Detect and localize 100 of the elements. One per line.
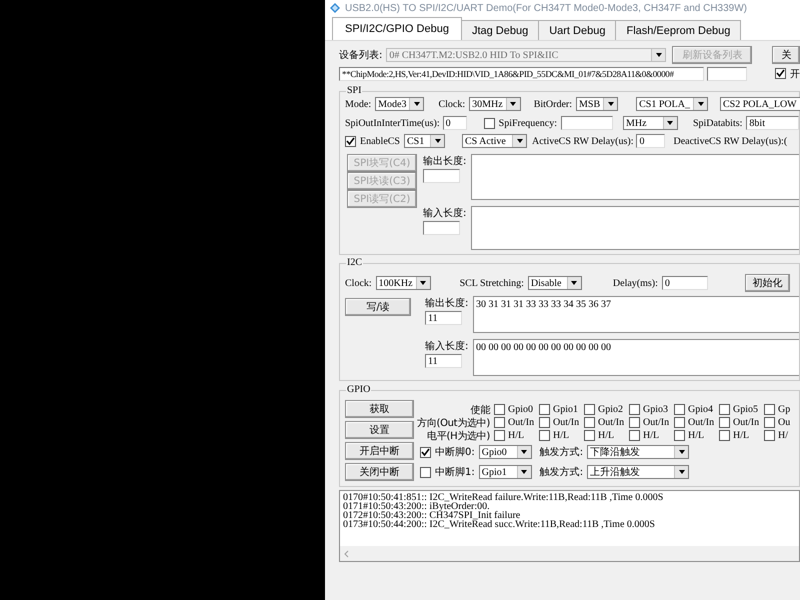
checkbox-label: H/L bbox=[553, 430, 570, 441]
checkbox[interactable] bbox=[674, 404, 685, 415]
dropdown[interactable]: CS Active bbox=[462, 134, 527, 148]
checkbox[interactable] bbox=[539, 430, 550, 441]
dropdown[interactable]: 上升沿触发 bbox=[587, 465, 690, 479]
checkbox[interactable] bbox=[629, 417, 640, 428]
window-title: USB2.0(HS) TO SPI/I2C/UART Demo(For CH347T Mode0-Mode3, CH347F and CH339W) bbox=[345, 2, 748, 14]
dropdown[interactable]: Gpio1 bbox=[478, 465, 532, 479]
dropdown[interactable]: 30MHz bbox=[469, 97, 521, 111]
checkbox[interactable] bbox=[494, 404, 505, 415]
checkbox-label: Out/In bbox=[643, 417, 670, 428]
field-label: 输入长度: bbox=[423, 206, 468, 220]
dropdown[interactable]: Gpio0 bbox=[478, 445, 532, 459]
tab[interactable]: Jtag Debug bbox=[460, 20, 540, 40]
input-field[interactable]: 11 bbox=[425, 354, 462, 368]
field-label: 触发方式: bbox=[540, 446, 584, 459]
button[interactable]: 获取 bbox=[345, 400, 414, 418]
checkbox-label: H/L bbox=[508, 430, 524, 441]
checkbox-label: Ou bbox=[778, 417, 790, 428]
checkbox[interactable] bbox=[584, 404, 595, 415]
field-label: SpiDatabits: bbox=[692, 118, 742, 128]
checkbox[interactable] bbox=[539, 404, 550, 415]
checkbox[interactable] bbox=[719, 430, 730, 441]
input-field[interactable] bbox=[707, 66, 747, 80]
field-label: DeactiveCS RW Delay(us):( bbox=[673, 136, 788, 146]
checkbox-label: Out/In bbox=[598, 417, 624, 428]
button[interactable]: 关闭中断 bbox=[345, 463, 414, 481]
checkbox[interactable] bbox=[674, 417, 685, 428]
checkbox[interactable] bbox=[494, 430, 505, 441]
log-line: 0172#10:50:43:200:: CH347SPI_Init failure bbox=[343, 511, 520, 520]
input-field[interactable] bbox=[423, 169, 460, 183]
button[interactable]: 关 bbox=[772, 46, 800, 64]
dropdown[interactable]: CS1 bbox=[404, 134, 445, 148]
input-field[interactable]: 0 bbox=[662, 276, 708, 290]
tab[interactable]: Uart Debug bbox=[538, 20, 616, 40]
field-label: SCL Stretching: bbox=[460, 278, 524, 288]
checkbox[interactable] bbox=[539, 417, 550, 428]
checkbox-label: 中断脚1: bbox=[435, 466, 475, 479]
checkbox[interactable] bbox=[345, 136, 356, 146]
checkbox-label: 开 bbox=[790, 68, 800, 80]
button[interactable]: 写/读 bbox=[345, 298, 411, 316]
dropdown[interactable]: CS1 POLA_ bbox=[636, 97, 708, 111]
input-field[interactable]: 0 bbox=[442, 116, 467, 130]
checkbox[interactable] bbox=[719, 417, 730, 428]
button[interactable]: 初始化 bbox=[744, 274, 790, 292]
log-line: 0173#10:50:44:200:: I2C_WriteRead succ.Write:11B,Read:11B ,Time 0.000S bbox=[343, 520, 656, 529]
checkbox-label: H/L bbox=[688, 430, 704, 441]
field-label: 输出长度: bbox=[425, 296, 470, 310]
data-field[interactable] bbox=[471, 206, 799, 250]
checkbox-label: H/ bbox=[778, 430, 788, 441]
input-field[interactable]: 11 bbox=[425, 311, 462, 325]
checkbox[interactable] bbox=[775, 68, 786, 79]
checkbox-label: Gpio4 bbox=[688, 404, 713, 415]
field-label: Mode: bbox=[345, 98, 372, 110]
input-field[interactable] bbox=[423, 221, 460, 235]
checkbox-label: EnableCS bbox=[360, 136, 400, 146]
field-label: Clock: bbox=[438, 98, 466, 110]
checkbox-label: 中断脚0: bbox=[435, 446, 475, 459]
dropdown[interactable]: 下降沿触发 bbox=[587, 445, 690, 459]
checkbox-label: Gp bbox=[778, 404, 790, 415]
dropdown[interactable]: CS2 POLA_LOW bbox=[720, 97, 800, 111]
dropdown[interactable]: MSB bbox=[576, 97, 618, 111]
dropdown[interactable]: MHz bbox=[622, 116, 678, 130]
checkbox[interactable] bbox=[629, 430, 640, 441]
checkbox-label: H/L bbox=[643, 430, 660, 441]
tab[interactable]: SPI/I2C/GPIO Debug bbox=[332, 17, 462, 40]
checkbox[interactable] bbox=[420, 466, 431, 478]
checkbox[interactable] bbox=[674, 430, 685, 441]
checkbox[interactable] bbox=[629, 404, 640, 415]
input-field[interactable] bbox=[560, 116, 613, 130]
field-label: BitOrder: bbox=[534, 98, 572, 110]
data-field[interactable] bbox=[471, 154, 799, 200]
checkbox[interactable] bbox=[484, 118, 495, 128]
checkbox[interactable] bbox=[494, 417, 505, 428]
button[interactable]: 设置 bbox=[345, 421, 414, 439]
checkbox[interactable] bbox=[584, 417, 595, 428]
checkbox[interactable] bbox=[764, 417, 775, 428]
checkbox[interactable] bbox=[764, 404, 775, 415]
horizontal-scrollbar[interactable] bbox=[340, 546, 799, 561]
checkbox[interactable] bbox=[420, 446, 431, 458]
checkbox[interactable] bbox=[719, 404, 730, 415]
tab[interactable]: Flash/Eeprom Debug bbox=[615, 20, 742, 40]
data-field[interactable]: 00 00 00 00 00 00 00 00 00 00 00 bbox=[473, 339, 799, 376]
field-label: SpiOutInInterTime(us): bbox=[345, 118, 440, 128]
data-field[interactable]: 30 31 31 31 33 33 33 34 35 36 37 bbox=[473, 296, 799, 333]
checkbox-label: Out/In bbox=[553, 417, 580, 428]
checkbox-label: Out/In bbox=[508, 417, 534, 428]
checkbox-label: Gpio0 bbox=[508, 404, 533, 415]
field-label: ActiveCS RW Delay(us): bbox=[532, 136, 634, 146]
input-field[interactable]: 0 bbox=[636, 134, 666, 148]
checkbox[interactable] bbox=[584, 430, 595, 441]
dropdown[interactable]: 100KHz bbox=[376, 276, 431, 290]
button[interactable]: 开启中断 bbox=[345, 442, 414, 460]
dropdown[interactable]: Disable bbox=[528, 276, 582, 290]
field-label: 输出长度: bbox=[423, 154, 468, 168]
input-field: **ChipMode:2,HS,Ver:41,DevID:HID\VID_1A86&PID_55DC&MI_01#7&5D28A11&0&0000# bbox=[339, 66, 704, 80]
checkbox-label: Gpio5 bbox=[733, 404, 758, 415]
input-field[interactable]: 8bit bbox=[746, 116, 799, 130]
dropdown[interactable]: Mode3 bbox=[375, 97, 424, 111]
checkbox[interactable] bbox=[764, 430, 775, 441]
